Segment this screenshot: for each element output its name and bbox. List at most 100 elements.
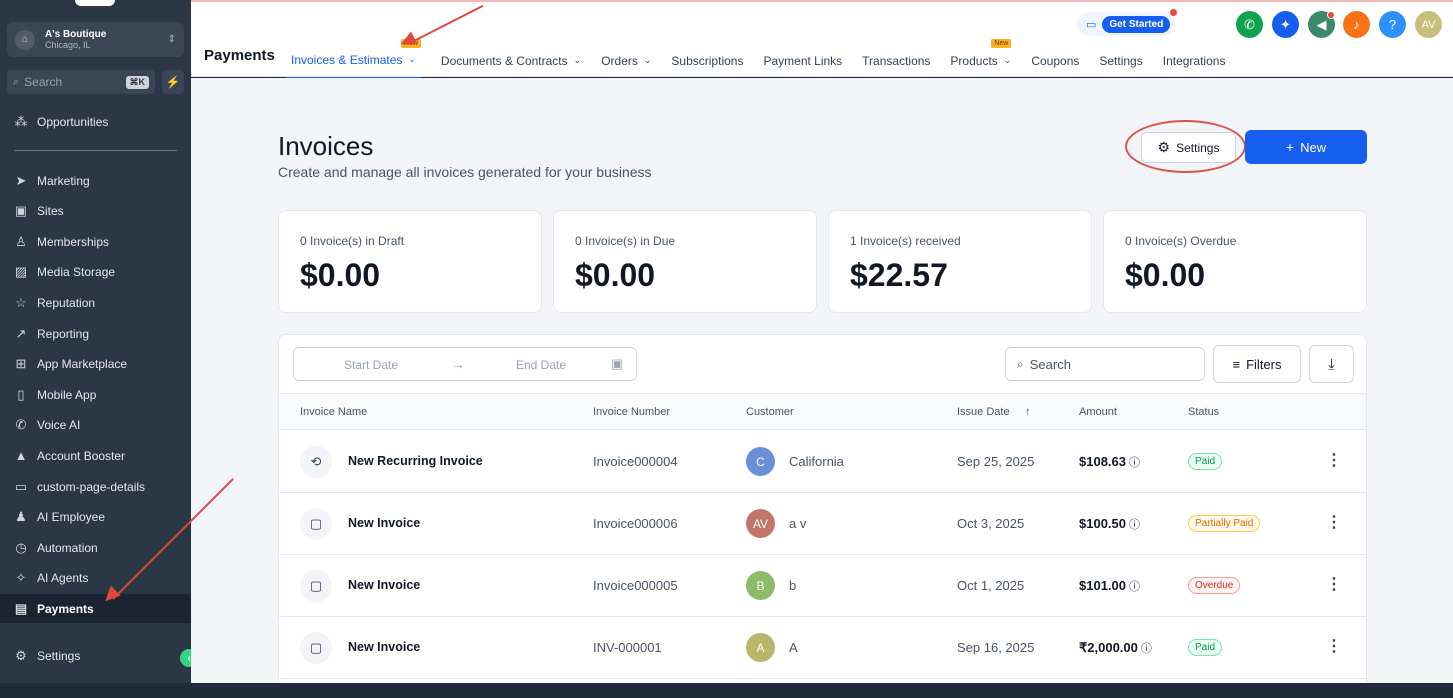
column-header: Amount bbox=[1079, 406, 1117, 418]
mobile-icon: ▯ bbox=[17, 386, 25, 402]
filter-icon: ≡ bbox=[1232, 356, 1241, 372]
table-row[interactable]: ▢ New Invoice INV-000001 A A Sep 16, 2025 ₹2,0… bbox=[279, 617, 1366, 679]
invoice-name[interactable]: New Recurring Invoice bbox=[348, 454, 483, 468]
more-actions-icon[interactable]: ⋮ bbox=[1326, 450, 1342, 470]
info-icon[interactable]: ⓘ bbox=[1129, 581, 1140, 593]
table-row[interactable]: ⟲ New Recurring Invoice Invoice000004 C Cali… bbox=[279, 431, 1366, 493]
sidebar-item-media-storage[interactable]: ▨ Media Storage bbox=[0, 258, 191, 287]
sidebar-item-label: Voice AI bbox=[37, 418, 81, 433]
sidebar-item-sites[interactable]: ▣ Sites bbox=[0, 197, 191, 226]
info-icon[interactable]: ⓘ bbox=[1129, 457, 1140, 469]
arrow-right-icon: → bbox=[451, 356, 465, 372]
tab-integrations[interactable]: Integrations bbox=[1163, 42, 1226, 79]
new-invoice-button[interactable]: + New bbox=[1245, 130, 1367, 164]
location-switcher[interactable]: ⌂ A's Boutique Chicago, IL ⇕ bbox=[7, 22, 184, 57]
bell-icon: ♪ bbox=[1353, 17, 1360, 32]
quick-action-button[interactable]: ⚡ bbox=[162, 70, 184, 94]
tab-documents-contracts[interactable]: Documents & Contracts ⌄ bbox=[441, 42, 581, 79]
get-started-widget[interactable]: ▭ Get Started bbox=[1077, 9, 1178, 36]
tab-transactions[interactable]: Transactions bbox=[862, 42, 930, 79]
sidebar-search-placeholder: Search bbox=[24, 75, 63, 89]
sidebar-item-label: Reputation bbox=[37, 295, 96, 310]
tab-products[interactable]: Products ⌄ New bbox=[950, 39, 1012, 79]
summary-card-label: 0 Invoice(s) in Due bbox=[575, 234, 676, 248]
sidebar-item-voice-ai[interactable]: ✆ Voice AI bbox=[0, 411, 191, 440]
sidebar-item-opportunities[interactable]: ⁂ Opportunities bbox=[0, 107, 191, 136]
section-title: Payments bbox=[204, 47, 275, 64]
summary-card-amount: $0.00 bbox=[300, 257, 381, 293]
sidebar-item-marketing[interactable]: ➤ Marketing bbox=[0, 166, 191, 195]
location-name: A's Boutique bbox=[45, 29, 107, 40]
date-range-picker[interactable]: Start Date → End Date ▣ bbox=[293, 347, 637, 381]
phone-button[interactable]: ✆ bbox=[1236, 11, 1263, 38]
invoice-search-input[interactable]: ⌕ Search bbox=[1005, 347, 1205, 381]
more-actions-icon[interactable]: ⋮ bbox=[1326, 636, 1342, 656]
status-badge: Partially Paid bbox=[1188, 515, 1261, 532]
invoice-name[interactable]: New Invoice bbox=[348, 516, 420, 530]
sidebar-item-app-marketplace[interactable]: ⊞ App Marketplace bbox=[0, 350, 191, 379]
sidebar-item-label: App Marketplace bbox=[37, 357, 128, 372]
tab-payment-links[interactable]: Payment Links bbox=[763, 42, 842, 79]
chevron-down-icon: ⌄ bbox=[1003, 55, 1012, 65]
end-date-placeholder: End Date bbox=[516, 358, 567, 372]
more-actions-icon[interactable]: ⋮ bbox=[1326, 512, 1342, 532]
invoice-table-card: Start Date → End Date ▣ ⌕ Search ≡ Filte… bbox=[278, 334, 1367, 683]
sidebar-item-reporting[interactable]: ↗ Reporting bbox=[0, 319, 191, 348]
sidebar-item-mobile-app[interactable]: ▯ Mobile App bbox=[0, 380, 191, 409]
tab-label: Coupons bbox=[1031, 53, 1080, 68]
search-placeholder: Search bbox=[1029, 356, 1071, 372]
download-button[interactable]: ⤓ bbox=[1309, 345, 1354, 383]
membership-icon: ♙ bbox=[15, 233, 27, 249]
sidebar-item-settings[interactable]: ⚙ Settings bbox=[0, 641, 191, 670]
opportunities-icon: ⁂ bbox=[14, 113, 28, 129]
sidebar-item-account-booster[interactable]: ▲ Account Booster bbox=[0, 441, 191, 470]
tab-orders[interactable]: Orders ⌄ bbox=[601, 42, 651, 79]
sidebar-item-reputation[interactable]: ☆ Reputation bbox=[0, 288, 191, 317]
new-button-label: New bbox=[1300, 139, 1327, 155]
sidebar-item-label: Reporting bbox=[37, 326, 90, 341]
user-avatar[interactable]: AV bbox=[1415, 11, 1442, 38]
notifications-button[interactable]: ♪ bbox=[1343, 11, 1370, 38]
brand-logo bbox=[75, 0, 115, 6]
sort-arrow-up-icon[interactable]: ↑ bbox=[1025, 406, 1031, 418]
filters-label: Filters bbox=[1246, 356, 1282, 372]
tab-label: Orders bbox=[601, 53, 638, 68]
sidebar-item-ai-employee[interactable]: ♟ AI Employee bbox=[0, 503, 191, 532]
column-header: Invoice Number bbox=[593, 406, 671, 418]
start-date-placeholder: Start Date bbox=[344, 358, 399, 372]
sidebar-item-memberships[interactable]: ♙ Memberships bbox=[0, 227, 191, 256]
card-icon: ▭ bbox=[1086, 18, 1097, 31]
filters-button[interactable]: ≡ Filters bbox=[1213, 345, 1301, 383]
tab-coupons[interactable]: Coupons bbox=[1031, 42, 1079, 79]
help-button[interactable]: ? bbox=[1379, 11, 1406, 38]
info-icon[interactable]: ⓘ bbox=[1129, 519, 1140, 531]
recurring-icon: ⟲ bbox=[300, 446, 332, 478]
invoice-amount: ₹2,000.00 ⓘ bbox=[1079, 640, 1152, 656]
column-header: Status bbox=[1188, 406, 1220, 418]
sidebar-search-input[interactable]: ⌕ Search ⌘K bbox=[7, 70, 155, 94]
table-row[interactable]: ▢ New Invoice Invoice000005 Bb Oct 1, 2025 $1… bbox=[279, 555, 1366, 617]
invoice-name[interactable]: New Invoice bbox=[348, 640, 420, 654]
column-header-sortable[interactable]: Issue Date bbox=[957, 406, 1010, 418]
table-row[interactable]: ▢ New Invoice Invoice000006 AV a v Oct 3, 202… bbox=[279, 493, 1366, 555]
sidebar-item-label: AI Agents bbox=[37, 571, 89, 586]
tab-invoices-estimates[interactable]: Invoices & Estimates⌄New bbox=[286, 39, 421, 79]
sidebar-item-custom-page-details[interactable]: ▭ custom-page-details bbox=[0, 472, 191, 501]
tab-label: Settings bbox=[1099, 53, 1143, 68]
more-actions-icon[interactable]: ⋮ bbox=[1326, 574, 1342, 594]
tab-settings[interactable]: Settings bbox=[1099, 42, 1142, 79]
tab-subscriptions[interactable]: Subscriptions bbox=[671, 42, 743, 79]
tab-label: Transactions bbox=[862, 53, 931, 68]
get-started-button[interactable]: Get Started bbox=[1102, 15, 1171, 33]
page-title: Invoices bbox=[278, 131, 374, 161]
info-icon[interactable]: ⓘ bbox=[1141, 643, 1152, 655]
sidebar-item-payments[interactable]: ▤ Payments bbox=[0, 594, 191, 624]
magic-button[interactable]: ✦ bbox=[1272, 11, 1299, 38]
invoice-name[interactable]: New Invoice bbox=[348, 578, 420, 592]
sidebar-item-label: Account Booster bbox=[37, 448, 126, 463]
help-icon: ? bbox=[1388, 17, 1397, 32]
issue-date: Oct 1, 2025 bbox=[957, 578, 1025, 593]
announcements-button[interactable]: ◀ bbox=[1308, 11, 1335, 38]
sidebar-item-ai-agents[interactable]: ✧ AI Agents bbox=[0, 564, 191, 593]
customer-avatar: AV bbox=[746, 509, 775, 538]
